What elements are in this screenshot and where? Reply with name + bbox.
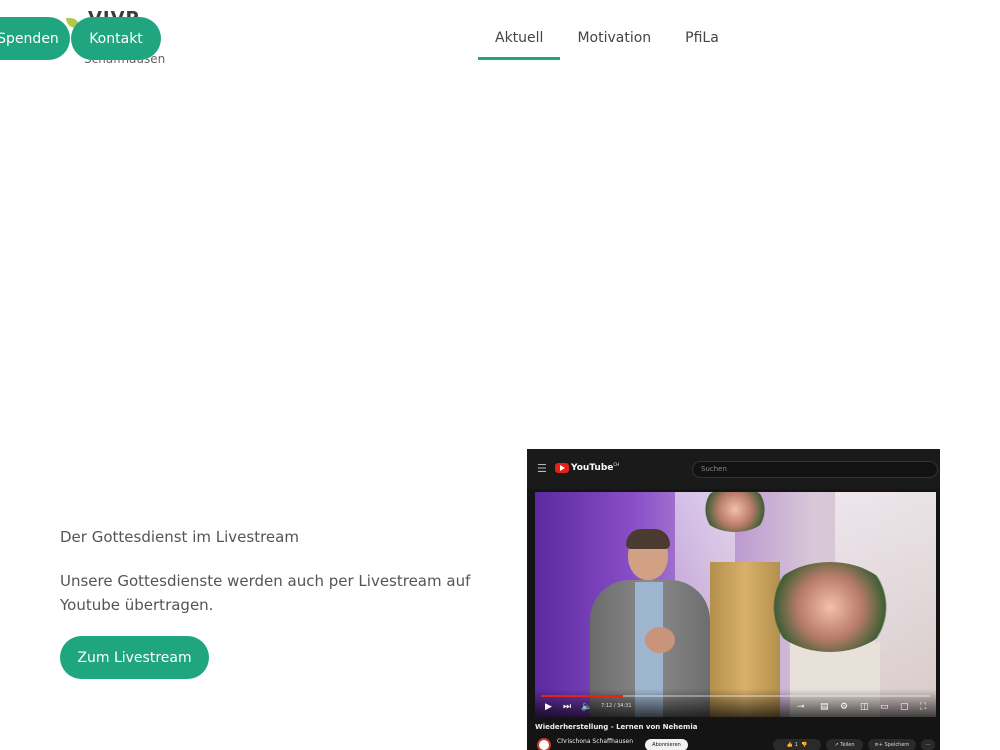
miniplayer-icon[interactable]: ◫ [860,702,869,712]
more-button[interactable]: ··· [921,739,935,750]
save-label: Speichern [884,742,910,748]
play-icon[interactable]: ▶ [545,702,552,712]
settings-icon[interactable]: ⚙ [840,702,848,712]
video-controls: ▶ ⏭ 🔈 7:12 / 34:31 ⊸ ▤ ⚙ ◫ ▭ ▢ ⛶ [535,689,936,717]
kontakt-button[interactable]: Kontakt [71,17,161,60]
theater-icon[interactable]: ▭ [880,702,889,712]
video-thumbnail[interactable]: ☰ YouTubeCH Suchen ▶ ⏭ 🔈 7:12 / 34:31 ⊸ … [527,449,940,750]
volume-icon[interactable]: 🔈 [581,702,592,712]
share-label: Teilen [840,742,855,748]
save-button[interactable]: ≡+ Speichern [868,739,916,750]
livestream-heading: Der Gottesdienst im Livestream [60,528,299,546]
save-icon: ≡+ [874,742,885,748]
thumbs-up-icon: 👍 [786,742,795,748]
autoplay-toggle-icon[interactable]: ⊸ [797,702,805,712]
next-icon[interactable]: ⏭ [563,702,571,712]
channel-avatar [537,738,551,750]
main-nav: Aktuell Motivation PfiLa [478,18,736,60]
progress-bar[interactable] [541,695,930,697]
thumbs-down-icon: 👎 [797,742,808,748]
subtitles-icon[interactable]: ▤ [820,702,829,712]
fullscreen-icon[interactable]: ⛶ [920,702,926,712]
time-display: 7:12 / 34:31 [601,703,632,709]
nav-item-aktuell[interactable]: Aktuell [478,18,561,60]
video-frame [535,492,936,717]
share-button[interactable]: ↗ Teilen [826,739,863,750]
youtube-search-input: Suchen [692,461,938,478]
flower-arrangement-top [700,492,770,532]
youtube-topbar: ☰ YouTubeCH Suchen [527,449,940,489]
page: VIVP Schaffhausen Spenden Kontakt Aktuel… [0,0,1000,750]
livestream-description: Unsere Gottesdienste werden auch per Liv… [60,572,471,614]
speaker-hair [626,529,670,549]
youtube-logo-text: YouTubeCH [571,462,620,473]
like-button[interactable]: 👍 1 👎 [773,739,821,750]
flower-arrangement-right [765,562,895,652]
livestream-button[interactable]: Zum Livestream [60,636,209,679]
nav-item-motivation[interactable]: Motivation [560,18,668,60]
progress-fill [541,695,623,697]
video-title: Wiederherstellung - Lernen von Nehemia [535,723,698,731]
spenden-button[interactable]: Spenden [0,17,70,60]
cast-icon[interactable]: ▢ [900,702,909,712]
hamburger-icon: ☰ [537,462,547,475]
channel-name: Chrischona Schaffhausen [557,738,634,745]
subscribe-button[interactable]: Abonnieren [645,739,688,750]
region-label: CH [613,462,620,467]
nav-item-pfila[interactable]: PfiLa [668,18,736,60]
youtube-logo-icon [555,463,569,473]
speaker-hand [645,627,675,653]
